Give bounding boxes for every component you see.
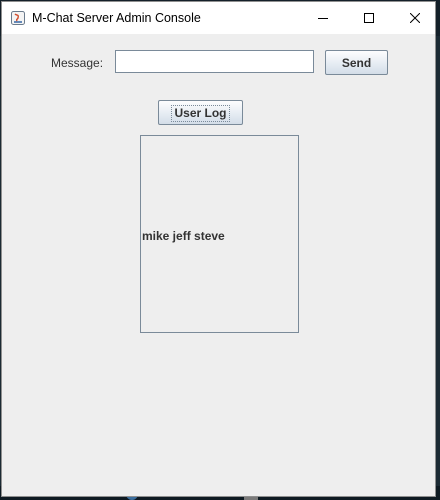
minimize-icon: [318, 18, 328, 19]
message-label: Message:: [51, 56, 104, 70]
user-list-text: mike jeff steve: [142, 229, 225, 243]
user-log-button-label: User Log: [171, 104, 230, 122]
java-app-icon: [11, 11, 25, 25]
message-input[interactable]: [115, 50, 314, 73]
user-log-text-area[interactable]: mike jeff steve: [140, 135, 299, 333]
minimize-button[interactable]: [300, 2, 346, 34]
user-log-button[interactable]: User Log: [158, 100, 243, 125]
title-bar[interactable]: M-Chat Server Admin Console: [2, 2, 435, 34]
close-icon: [410, 13, 420, 23]
window-title: M-Chat Server Admin Console: [32, 11, 201, 25]
maximize-icon: [364, 13, 374, 23]
send-button[interactable]: Send: [325, 50, 388, 75]
close-button[interactable]: [392, 2, 438, 34]
maximize-button[interactable]: [346, 2, 392, 34]
admin-console-window: M-Chat Server Admin Console Message: Sen…: [1, 1, 436, 497]
